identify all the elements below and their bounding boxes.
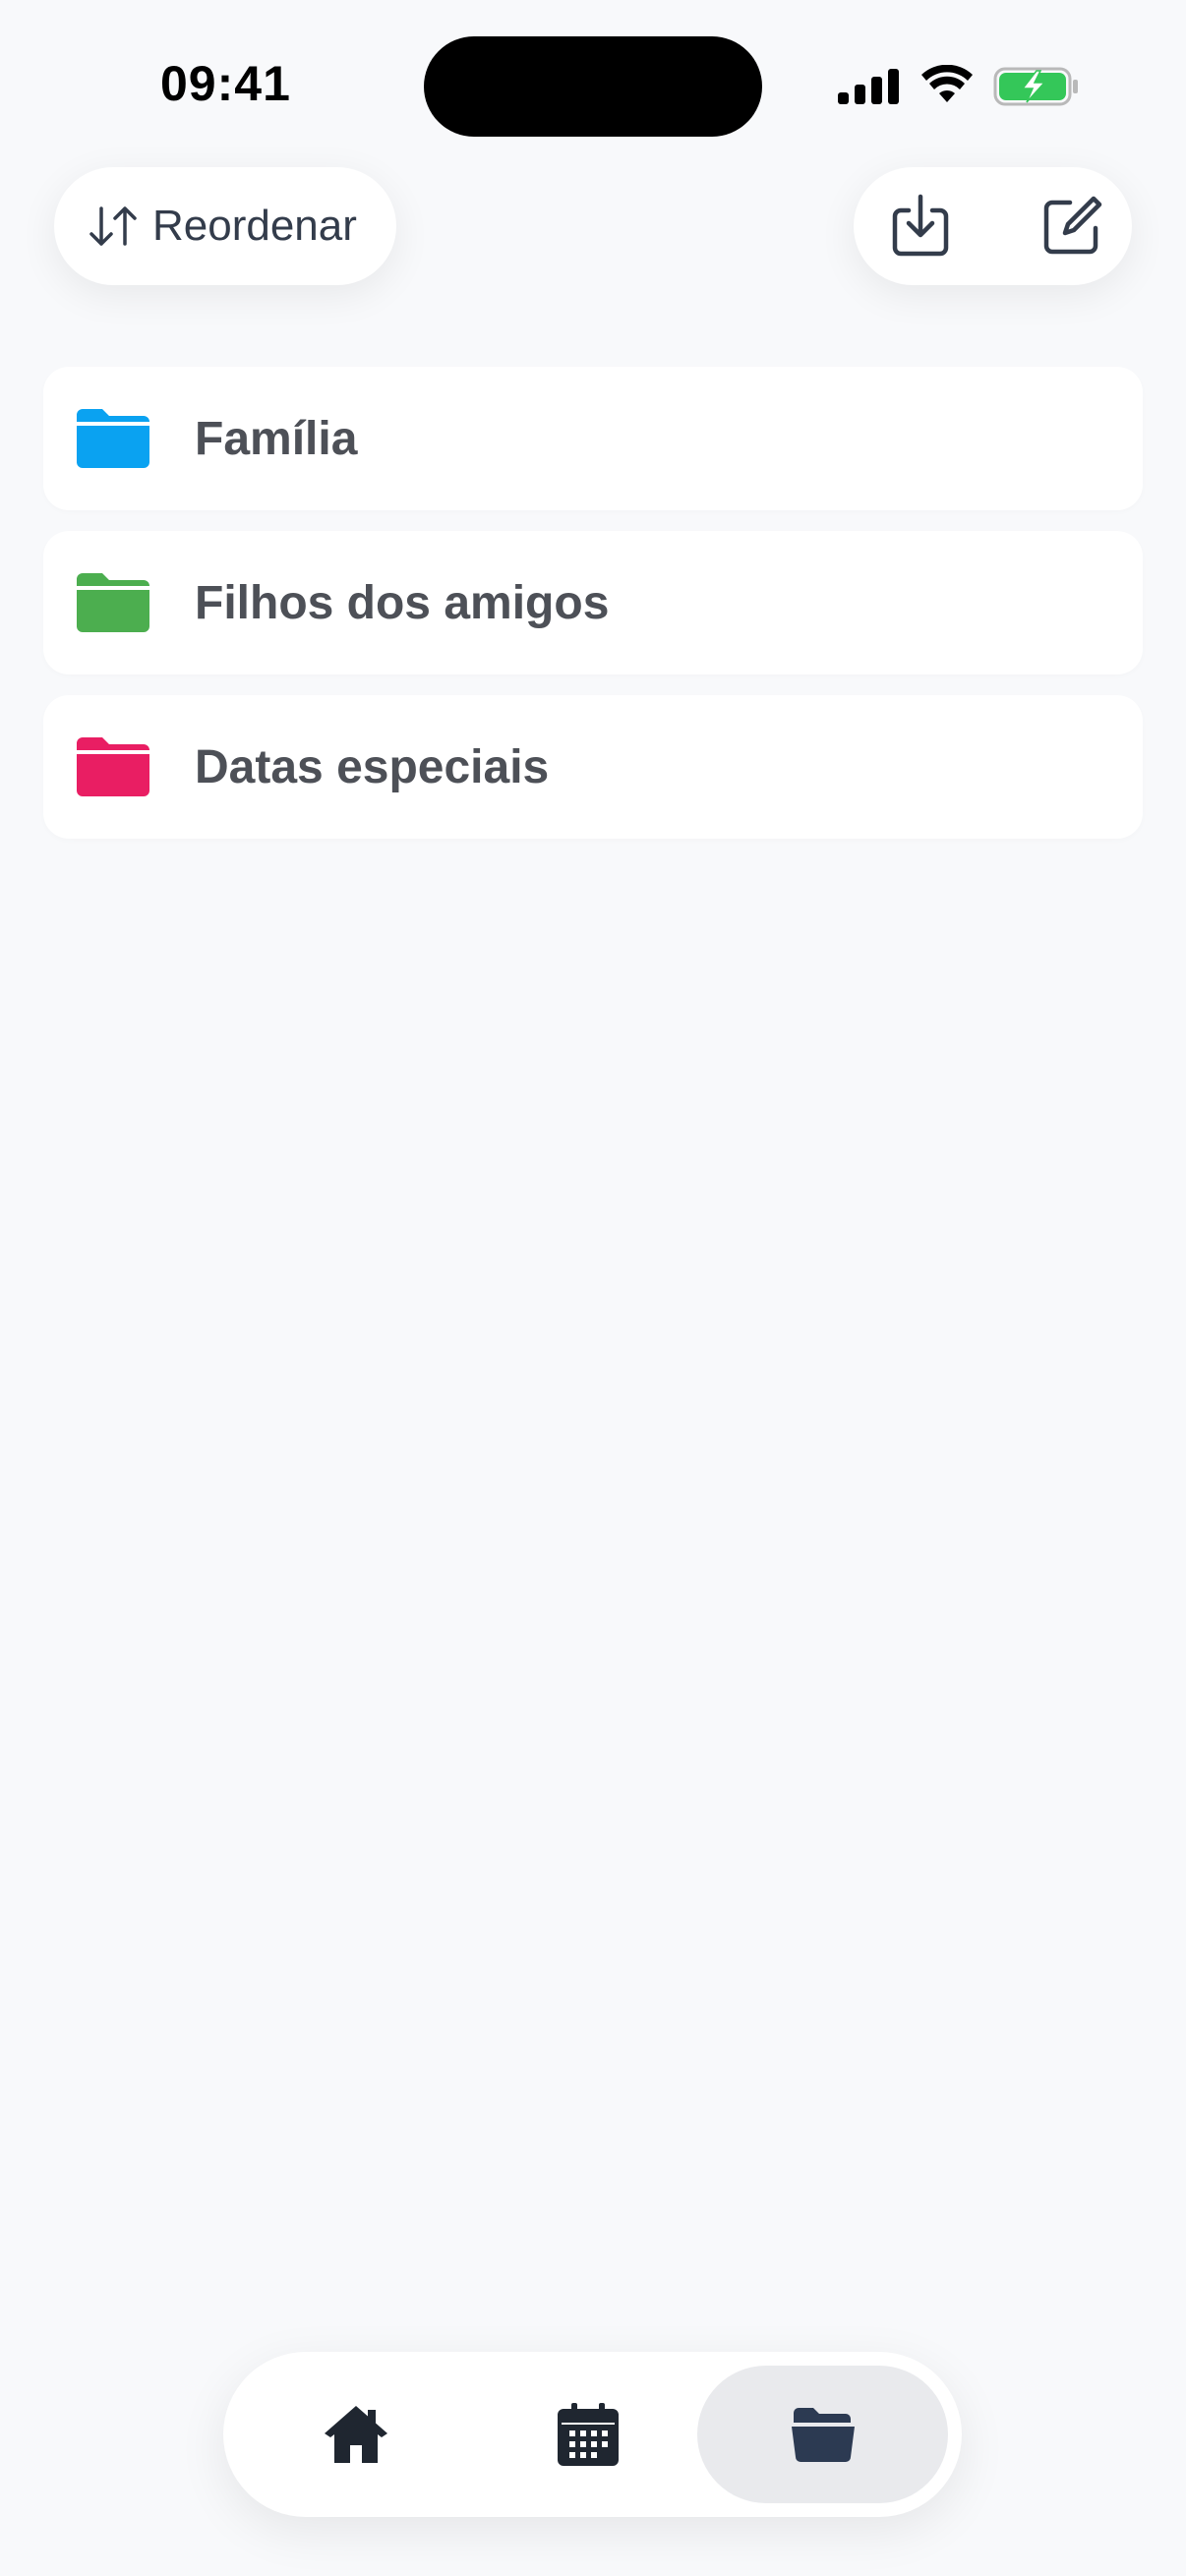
folder-item-datas-especiais[interactable]: Datas especiais bbox=[43, 695, 1143, 839]
tab-home[interactable] bbox=[282, 2366, 430, 2503]
folder-label: Filhos dos amigos bbox=[195, 576, 610, 629]
folder-icon bbox=[77, 409, 149, 468]
folders-screen: 09:41 Reordenar Família Filhos dos amigo… bbox=[0, 0, 1186, 2576]
sort-arrows-icon bbox=[89, 206, 137, 246]
reorder-button[interactable]: Reordenar bbox=[54, 167, 396, 285]
folder-label: Família bbox=[195, 412, 358, 465]
import-icon bbox=[892, 194, 949, 257]
folder-icon bbox=[77, 737, 149, 796]
calendar-icon bbox=[558, 2403, 619, 2466]
folder-list: Família Filhos dos amigos Datas especiai… bbox=[43, 367, 1143, 859]
dynamic-island bbox=[424, 36, 762, 137]
import-button[interactable] bbox=[885, 191, 956, 262]
battery-charging-icon bbox=[993, 67, 1078, 106]
folder-open-icon bbox=[791, 2408, 855, 2462]
tab-calendar[interactable] bbox=[514, 2366, 662, 2503]
edit-button[interactable] bbox=[1037, 191, 1107, 262]
tab-bar bbox=[223, 2352, 962, 2517]
folder-label: Datas especiais bbox=[195, 740, 550, 793]
status-time: 09:41 bbox=[160, 56, 291, 111]
reorder-label: Reordenar bbox=[152, 202, 357, 250]
home-icon bbox=[325, 2406, 387, 2463]
wifi-icon bbox=[921, 65, 973, 102]
folder-icon bbox=[77, 573, 149, 632]
folder-item-filhos-dos-amigos[interactable]: Filhos dos amigos bbox=[43, 531, 1143, 674]
tab-folders[interactable] bbox=[697, 2366, 948, 2503]
folder-item-familia[interactable]: Família bbox=[43, 367, 1143, 510]
header-actions bbox=[854, 167, 1132, 285]
edit-icon bbox=[1043, 196, 1102, 255]
cellular-signal-icon bbox=[838, 69, 899, 104]
